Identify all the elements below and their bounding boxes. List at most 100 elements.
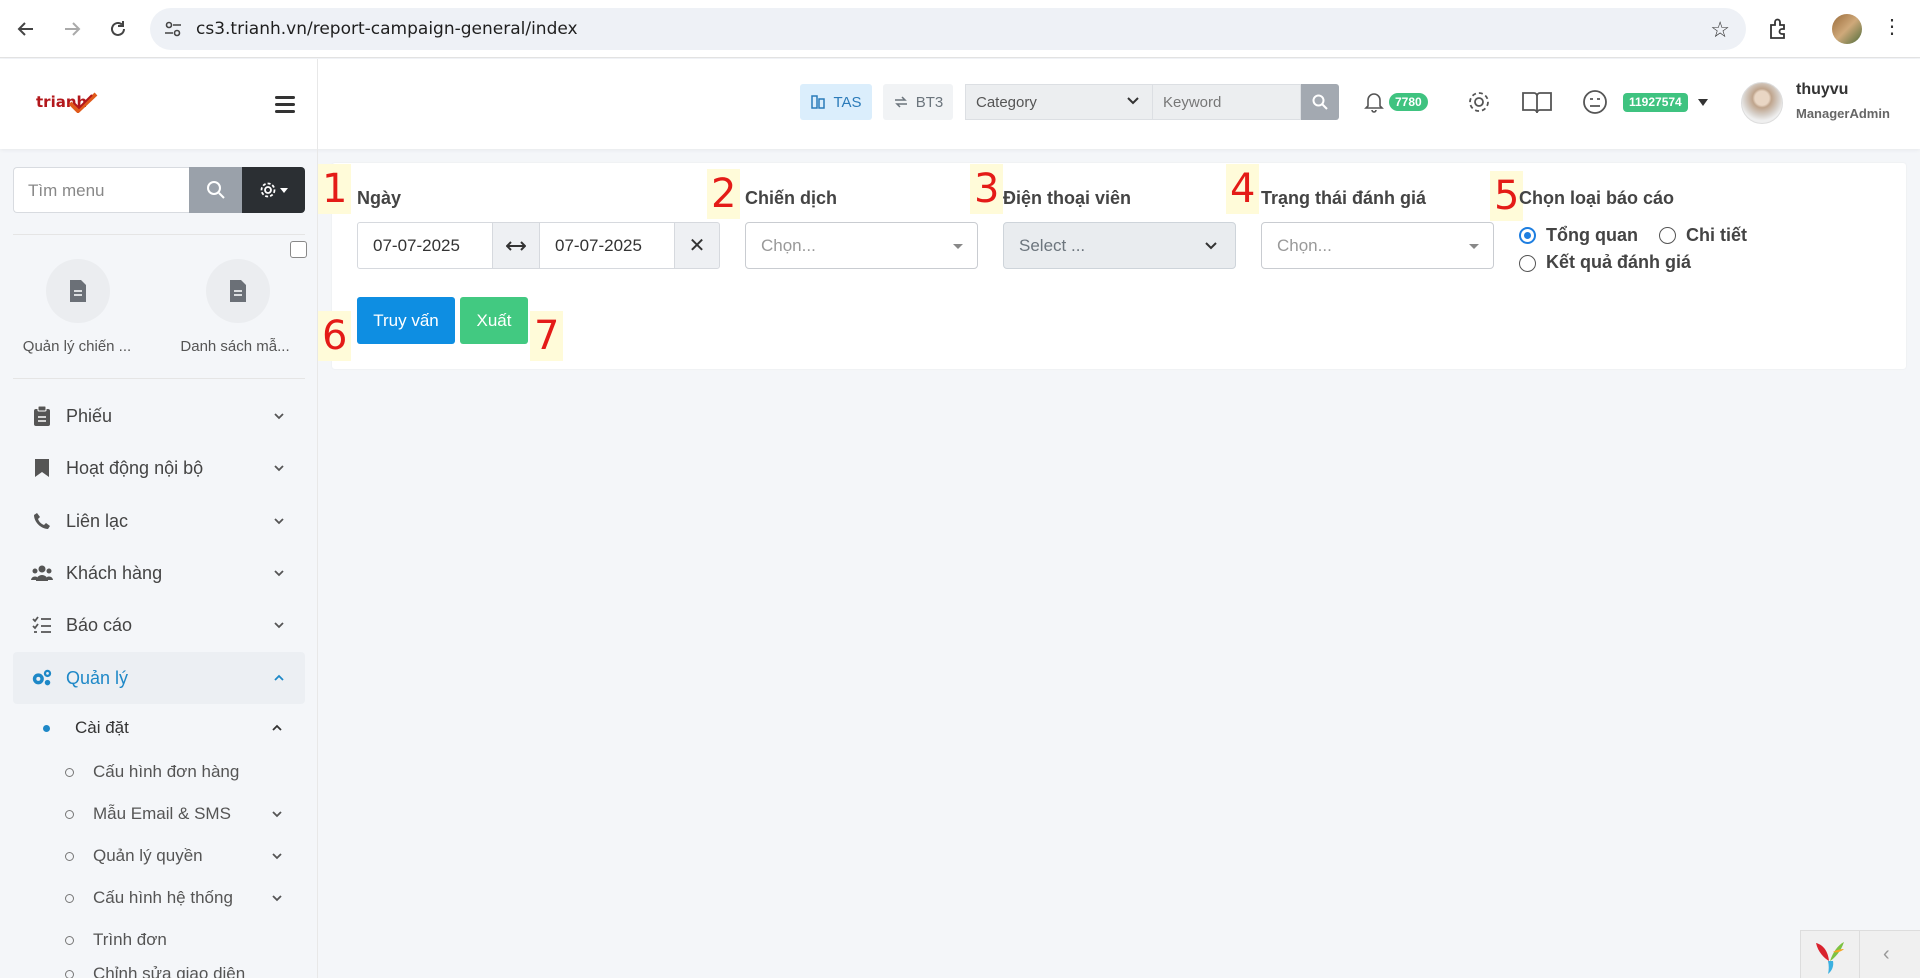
clear-date-button[interactable]: ✕ (674, 222, 720, 269)
date-from-input[interactable]: 07-07-2025 (357, 222, 493, 269)
gear-icon[interactable] (1466, 89, 1492, 115)
sidebar-item-label: Chỉnh sửa giao diện (93, 964, 246, 978)
category-select[interactable]: Category (965, 84, 1153, 120)
sidebar-toggle-icon[interactable] (275, 96, 295, 113)
chevron-down-icon (274, 413, 284, 420)
shortcut-label[interactable]: Danh sách mẫ... (160, 338, 310, 355)
app-header: trianh TAS BT3 Category Keyword 7780 119… (0, 59, 1920, 149)
chevron-down-icon (274, 570, 284, 577)
extensions-icon[interactable] (1766, 16, 1792, 42)
username[interactable]: thuyvu (1796, 81, 1848, 99)
bt3-label: BT3 (915, 93, 944, 111)
marker-6: 6 (318, 311, 352, 361)
browser-toolbar: cs3.trianh.vn/report-campaign-general/in… (0, 0, 1920, 58)
menu-settings-button[interactable] (242, 167, 305, 213)
book-icon[interactable] (1521, 89, 1553, 115)
keyword-placeholder: Keyword (1163, 94, 1222, 111)
export-button[interactable]: Xuất (460, 297, 528, 344)
caret-down-icon (1469, 244, 1479, 249)
circle-icon (65, 851, 74, 861)
menu-search-button[interactable] (189, 167, 243, 213)
sidebar-item-permissions[interactable]: Quản lý quyền (13, 836, 305, 876)
shortcut-template-list[interactable] (206, 259, 270, 323)
phone-icon (31, 510, 53, 532)
chevron-up-icon (272, 724, 282, 731)
bt3-button[interactable]: BT3 (883, 84, 953, 120)
evaluation-status-select-value: Chọn... (1277, 236, 1332, 255)
url-text[interactable]: cs3.trianh.vn/report-campaign-general/in… (196, 19, 578, 39)
browser-menu-icon[interactable]: ⋮ (1882, 14, 1902, 39)
caret-down-icon[interactable] (1698, 99, 1708, 106)
sidebar-item-order-config[interactable]: Cấu hình đơn hàng (13, 752, 305, 792)
chevron-down-icon (1127, 97, 1139, 105)
campaign-select[interactable]: Chọn... (745, 222, 978, 269)
gear-icon (260, 182, 276, 198)
chevron-down-icon (272, 853, 282, 860)
face-icon[interactable] (1582, 89, 1608, 115)
sidebar-item-internal-activity[interactable]: Hoạt động nội bộ (13, 442, 305, 494)
report-type-evaluation-label[interactable]: Kết quả đánh giá (1546, 252, 1691, 273)
sidebar-item-menu-editor[interactable]: Trình đơn (13, 920, 305, 960)
bookmark-star-icon[interactable]: ☆ (1710, 17, 1730, 43)
forward-icon[interactable] (58, 15, 86, 43)
sidebar-item-label: Phiếu (66, 405, 113, 426)
balance-badge[interactable]: 11927574 (1623, 93, 1688, 112)
sidebar-item-management[interactable]: Quản lý (13, 652, 305, 704)
user-avatar[interactable] (1741, 82, 1783, 124)
chevron-down-icon (274, 622, 284, 629)
back-icon[interactable] (12, 15, 40, 43)
category-select-value: Category (976, 94, 1037, 111)
chevron-left-icon[interactable]: ‹ (1883, 943, 1890, 966)
report-type-evaluation-radio[interactable] (1519, 255, 1536, 272)
marker-1: 1 (318, 164, 352, 214)
evaluation-status-select[interactable]: Chọn... (1261, 222, 1494, 269)
agent-select[interactable]: Select ... (1003, 222, 1236, 269)
clipboard-icon (31, 405, 53, 427)
menu-search-input[interactable]: Tìm menu (13, 167, 191, 213)
chevron-down-icon (272, 811, 282, 818)
report-type-overview-radio[interactable] (1519, 227, 1536, 244)
reload-icon[interactable] (104, 15, 132, 43)
chevron-down-icon (274, 518, 284, 525)
arrows-horizontal-icon (506, 240, 526, 251)
sidebar-item-label: Cấu hình đơn hàng (93, 762, 240, 781)
date-to-input[interactable]: 07-07-2025 (539, 222, 675, 269)
campaign-label: Chiến dịch (745, 188, 838, 208)
yii-logo-icon[interactable] (1813, 939, 1847, 975)
header-search-button[interactable] (1301, 84, 1339, 120)
sidebar-item-label: Quản lý (66, 667, 129, 688)
bell-icon[interactable] (1362, 89, 1386, 113)
sidebar-item-contacts[interactable]: Liên lạc (13, 495, 305, 547)
tas-button[interactable]: TAS (800, 84, 872, 120)
keyword-input[interactable]: Keyword (1153, 84, 1301, 120)
agent-label: Điện thoại viên (1003, 188, 1132, 208)
report-type-detail-label[interactable]: Chi tiết (1686, 225, 1747, 246)
sidebar-item-tickets[interactable]: Phiếu (13, 390, 305, 442)
address-bar[interactable]: cs3.trianh.vn/report-campaign-general/in… (150, 8, 1746, 50)
site-settings-icon[interactable] (164, 20, 182, 38)
sidebar-item-system-config[interactable]: Cấu hình hệ thống (13, 878, 305, 918)
sidebar-item-label: Cài đặt (75, 718, 129, 737)
sidebar-item-settings[interactable]: Cài đặt (13, 708, 305, 748)
report-type-detail-radio[interactable] (1659, 227, 1676, 244)
report-type-overview-label[interactable]: Tổng quan (1546, 225, 1638, 246)
document-icon (70, 280, 86, 302)
sidebar-item-reports[interactable]: Báo cáo (13, 599, 305, 651)
marker-7: 7 (530, 311, 564, 361)
shortcut-campaign[interactable] (46, 259, 110, 323)
sidebar-item-email-sms-templates[interactable]: Mẫu Email & SMS (13, 794, 305, 834)
gears-icon (31, 667, 53, 689)
shortcut-checkbox[interactable] (290, 241, 307, 258)
sidebar-item-label: Quản lý quyền (93, 846, 203, 865)
sidebar-item-customers[interactable]: Khách hàng (13, 547, 305, 599)
browser-profile-avatar[interactable] (1832, 14, 1862, 44)
sidebar-item-theme-editor[interactable]: Chỉnh sửa giao diện (13, 958, 305, 978)
date-range-separator (492, 222, 540, 269)
query-button[interactable]: Truy vấn (357, 297, 455, 344)
sidebar-item-label: Trình đơn (93, 930, 167, 949)
search-icon (1312, 94, 1328, 110)
notification-badge[interactable]: 7780 (1389, 93, 1428, 111)
chevron-down-icon (274, 465, 284, 472)
shortcut-label[interactable]: Quản lý chiến ... (2, 338, 152, 355)
users-icon (31, 562, 53, 584)
